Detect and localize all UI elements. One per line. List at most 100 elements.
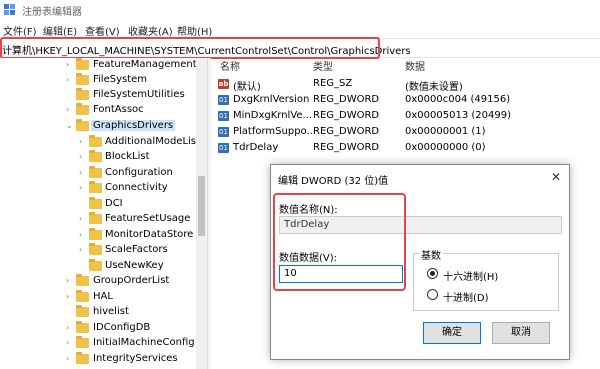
- ok-button[interactable]: 确定: [423, 322, 481, 344]
- value-row[interactable]: ab (默认) REG_SZ (数值未设置): [213, 77, 600, 93]
- tree-item-label: IntegrityServices: [93, 353, 178, 364]
- folder-icon: [89, 212, 102, 224]
- value-data: 0x0000c004 (49156): [405, 94, 511, 105]
- dec-radio-label[interactable]: 十进制(D): [443, 289, 489, 304]
- column-header-name[interactable]: 名称: [220, 58, 240, 73]
- value-name: DxgKrnlVersion: [233, 94, 310, 105]
- dialog-fields-highlight: [273, 193, 406, 291]
- tree-item-label: InitialMachineConfig: [93, 337, 195, 348]
- value-row[interactable]: 01 PlatformSuppo... REG_DWORD 0x00000001…: [213, 125, 600, 140]
- column-header-type[interactable]: 类型: [313, 58, 333, 73]
- registry-editor-icon: [4, 4, 15, 15]
- value-data: 0x00000001 (1): [405, 126, 486, 137]
- string-value-icon: ab: [218, 79, 229, 89]
- value-type: REG_SZ: [313, 78, 353, 89]
- dword-value-icon: 01: [218, 127, 229, 137]
- folder-icon: [76, 352, 89, 364]
- folder-icon: [76, 290, 89, 302]
- value-data: (数值未设置): [405, 82, 463, 93]
- folder-open-icon: [76, 119, 89, 131]
- menu-bar: 文件(F) 编辑(E) 查看(V) 收藏夹(A) 帮助(H): [0, 20, 600, 38]
- key-tree: › FeatureManagement › FileSystem FileSys…: [0, 58, 207, 369]
- folder-icon: [76, 321, 89, 333]
- tree-item-label: FeatureSetUsage: [105, 213, 191, 224]
- chevron-right-icon[interactable]: ›: [66, 292, 74, 302]
- folder-icon: [76, 103, 89, 115]
- chevron-right-icon[interactable]: ›: [66, 60, 74, 70]
- folder-icon: [76, 336, 89, 348]
- menu-help[interactable]: 帮助(H): [177, 23, 212, 38]
- dec-radio[interactable]: [427, 289, 438, 300]
- close-icon[interactable]: ✕: [551, 170, 561, 184]
- tree-item-label: ScaleFactors: [105, 244, 168, 255]
- tree-item-label: Connectivity: [105, 182, 168, 193]
- title-bar: 注册表编辑器: [0, 0, 600, 20]
- tree-item-label: IDConfigDB: [93, 322, 151, 333]
- tree-item-label: MonitorDataStore: [105, 229, 194, 240]
- folder-icon: [76, 88, 89, 100]
- value-row[interactable]: 01 TdrDelay REG_DWORD 0x00000000 (0): [213, 141, 600, 156]
- tree-item-label: FileSystemUtilities: [93, 89, 185, 100]
- folder-icon: [76, 305, 89, 317]
- tree-item-label: FontAssoc: [93, 104, 144, 115]
- value-row[interactable]: 01 DxgKrnlVersion REG_DWORD 0x0000c004 (…: [213, 93, 600, 108]
- dialog-title: 编辑 DWORD (32 位)值: [278, 176, 389, 187]
- value-row[interactable]: 01 MinDxgKrnlVe... REG_DWORD 0x00005013 …: [213, 109, 600, 124]
- pane-splitter[interactable]: [207, 58, 211, 369]
- dword-value-icon: 01: [218, 111, 229, 121]
- tree-item-label: AdditionalModeLists: [105, 136, 206, 147]
- value-data: 0x00000000 (0): [405, 142, 486, 153]
- menu-view[interactable]: 查看(V): [85, 23, 120, 38]
- value-name: PlatformSuppo...: [233, 126, 317, 137]
- value-type: REG_DWORD: [313, 126, 380, 137]
- folder-icon: [89, 135, 102, 147]
- chevron-right-icon[interactable]: ›: [79, 230, 87, 240]
- chevron-right-icon[interactable]: ›: [79, 245, 87, 255]
- folder-icon: [89, 181, 102, 193]
- chevron-right-icon[interactable]: ›: [66, 276, 74, 286]
- tree-item-label: hivelist: [93, 306, 129, 317]
- hex-radio[interactable]: [427, 268, 438, 279]
- value-type: REG_DWORD: [313, 110, 380, 121]
- value-type: REG_DWORD: [313, 94, 380, 105]
- chevron-right-icon[interactable]: ›: [79, 183, 87, 193]
- chevron-right-icon[interactable]: ›: [66, 323, 74, 333]
- chevron-right-icon[interactable]: ›: [66, 354, 74, 364]
- scroll-thumb[interactable]: [198, 176, 205, 236]
- value-type: REG_DWORD: [313, 142, 380, 153]
- hex-radio-label[interactable]: 十六进制(H): [443, 268, 498, 283]
- tree-item-label: GraphicsDrivers: [91, 120, 176, 131]
- value-name: MinDxgKrnlVe...: [233, 110, 313, 121]
- folder-icon: [89, 166, 102, 178]
- value-name: TdrDelay: [233, 142, 279, 153]
- window-title: 注册表编辑器: [22, 7, 82, 18]
- folder-icon: [76, 58, 89, 70]
- tree-item-label: Configuration: [105, 167, 173, 178]
- tree-item-label: FileSystem: [93, 74, 148, 85]
- cancel-button[interactable]: 取消: [492, 322, 550, 344]
- chevron-right-icon[interactable]: ›: [79, 152, 87, 162]
- folder-icon: [89, 150, 102, 162]
- folder-icon: [76, 274, 89, 286]
- chevron-right-icon[interactable]: ›: [66, 338, 74, 348]
- menu-favorites[interactable]: 收藏夹(A): [128, 23, 173, 38]
- tree-item-label: DCI: [105, 198, 123, 209]
- tree-scrollbar[interactable]: [196, 58, 207, 369]
- chevron-right-icon[interactable]: ›: [66, 75, 74, 85]
- column-header-data[interactable]: 数据: [405, 58, 425, 73]
- folder-icon: [89, 197, 102, 209]
- menu-file[interactable]: 文件(F): [3, 23, 37, 38]
- value-data: 0x00005013 (20499): [405, 110, 511, 121]
- tree-item-label: UseNewKey: [105, 260, 164, 271]
- chevron-right-icon[interactable]: ›: [79, 168, 87, 178]
- menu-edit[interactable]: 编辑(E): [43, 23, 77, 38]
- address-highlight: [0, 37, 380, 59]
- value-name: (默认): [233, 82, 261, 93]
- folder-icon: [89, 259, 102, 271]
- chevron-right-icon[interactable]: ›: [79, 137, 87, 147]
- chevron-down-icon[interactable]: ⌄: [66, 121, 74, 131]
- tree-item-label: HAL: [93, 291, 113, 302]
- chevron-right-icon[interactable]: ›: [66, 105, 74, 115]
- chevron-right-icon[interactable]: ›: [79, 214, 87, 224]
- folder-icon: [89, 228, 102, 240]
